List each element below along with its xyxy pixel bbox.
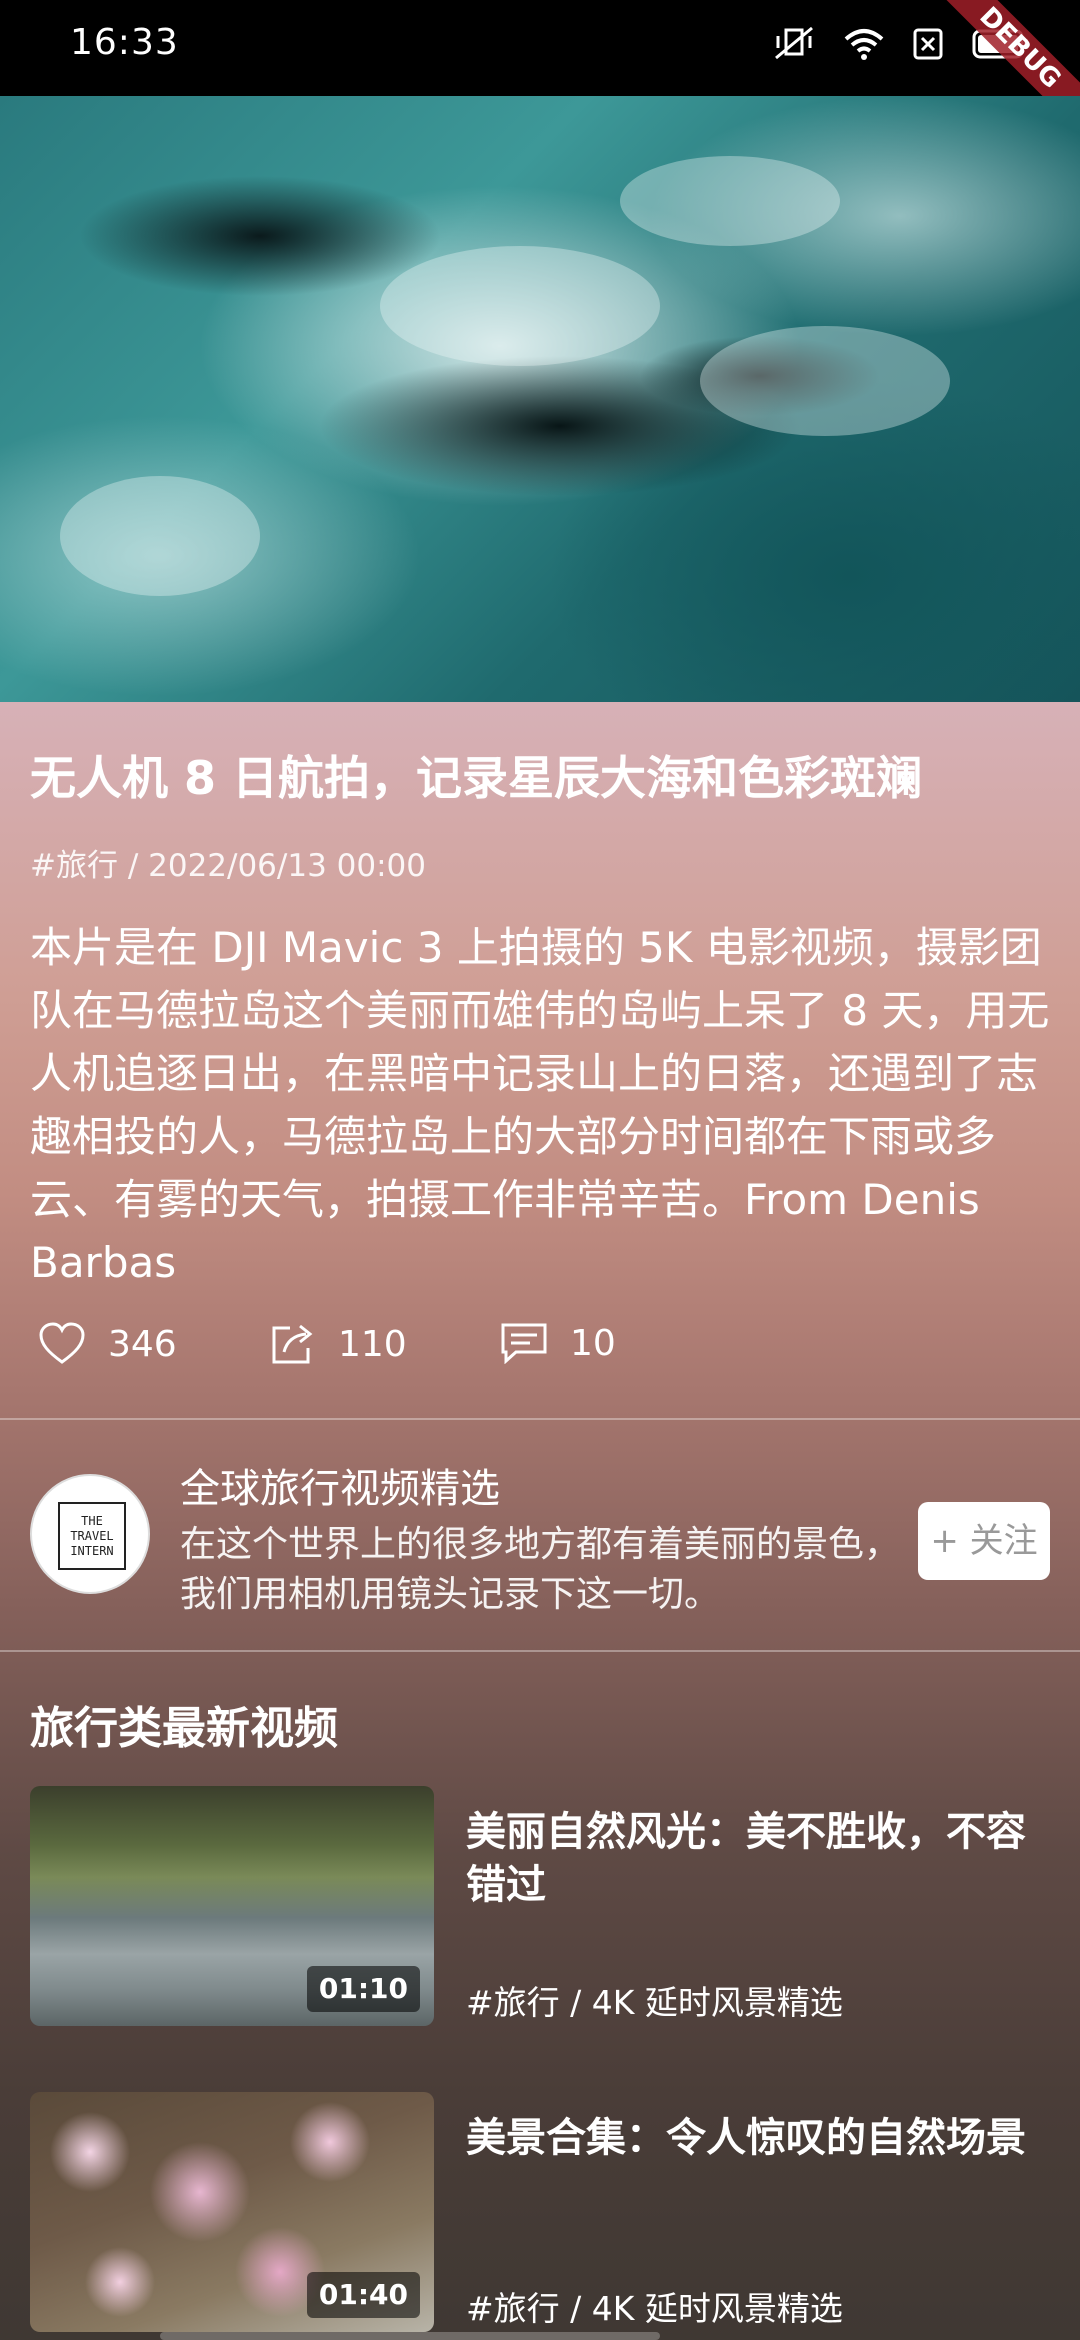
share-count: 110 <box>338 1323 407 1365</box>
like-count: 346 <box>108 1323 177 1365</box>
related-video-item[interactable]: 01:40 美景合集：令人惊叹的自然场景 #旅行 / 4K 延时风景精选 <box>0 2092 1080 2332</box>
channel-logo: THE TRAVEL INTERN <box>58 1502 126 1570</box>
video-thumbnail[interactable]: 01:40 <box>30 2092 434 2332</box>
duration-badge: 01:10 <box>306 1966 420 2012</box>
bottom-scrollbar <box>160 2332 660 2340</box>
status-bar: 16:33 DEBUG <box>0 0 1080 153</box>
share-icon <box>272 1324 313 1364</box>
video-player[interactable] <box>0 96 1080 702</box>
video-meta: #旅行 / 2022/06/13 00:00 <box>30 848 426 884</box>
mute-vibrate-icon <box>775 26 813 60</box>
channel-description: 在这个世界上的很多地方都有着美丽的景色，我们用相机用镜头记录下这一切。 <box>180 1524 901 1615</box>
sim-off-icon <box>913 28 943 60</box>
duration-badge: 01:40 <box>306 2272 420 2318</box>
section-title: 旅行类最新视频 <box>30 1703 338 1754</box>
status-time: 16:33 <box>70 22 179 63</box>
related-video-item[interactable]: 01:10 美丽自然风光：美不胜收，不容错过 #旅行 / 4K 延时风景精选 <box>0 1786 1080 2026</box>
like-button[interactable]: 346 <box>38 1322 177 1366</box>
video-description: 本片是在 DJI Mavic 3 上拍摄的 5K 电影视频，摄影团队在马德拉岛这… <box>30 923 1050 1287</box>
wave-foam <box>60 476 260 596</box>
comment-button[interactable]: 10 <box>500 1322 616 1364</box>
channel-avatar[interactable]: THE TRAVEL INTERN <box>30 1474 150 1594</box>
related-video-meta: #旅行 / 4K 延时风景精选 <box>466 1983 843 2022</box>
related-video-title: 美景合集：令人惊叹的自然场景 <box>466 2115 1026 2161</box>
heart-icon <box>39 1322 85 1364</box>
channel-card[interactable]: THE TRAVEL INTERN 全球旅行视频精选 在这个世界上的很多地方都有… <box>0 1420 1080 1652</box>
video-title: 无人机 8 日航拍，记录星辰大海和色彩斑斓 <box>30 751 923 805</box>
follow-button[interactable]: + 关注 <box>918 1502 1050 1580</box>
action-bar: 346 110 10 <box>30 1322 1050 1382</box>
wave-foam <box>620 156 840 246</box>
wave-foam <box>380 246 660 366</box>
divider <box>0 1650 1080 1652</box>
related-video-title: 美丽自然风光：美不胜收，不容错过 <box>466 1809 1026 1908</box>
video-thumbnail[interactable]: 01:10 <box>30 1786 434 2026</box>
video-detail-panel: 无人机 8 日航拍，记录星辰大海和色彩斑斓 #旅行 / 2022/06/13 0… <box>0 702 1080 2340</box>
wifi-icon <box>844 29 884 60</box>
wave-foam <box>700 326 950 436</box>
channel-name: 全球旅行视频精选 <box>180 1466 500 1512</box>
related-video-meta: #旅行 / 4K 延时风景精选 <box>466 2289 843 2328</box>
comment-count: 10 <box>570 1322 616 1364</box>
comment-icon <box>501 1323 547 1364</box>
share-button[interactable]: 110 <box>270 1322 407 1366</box>
